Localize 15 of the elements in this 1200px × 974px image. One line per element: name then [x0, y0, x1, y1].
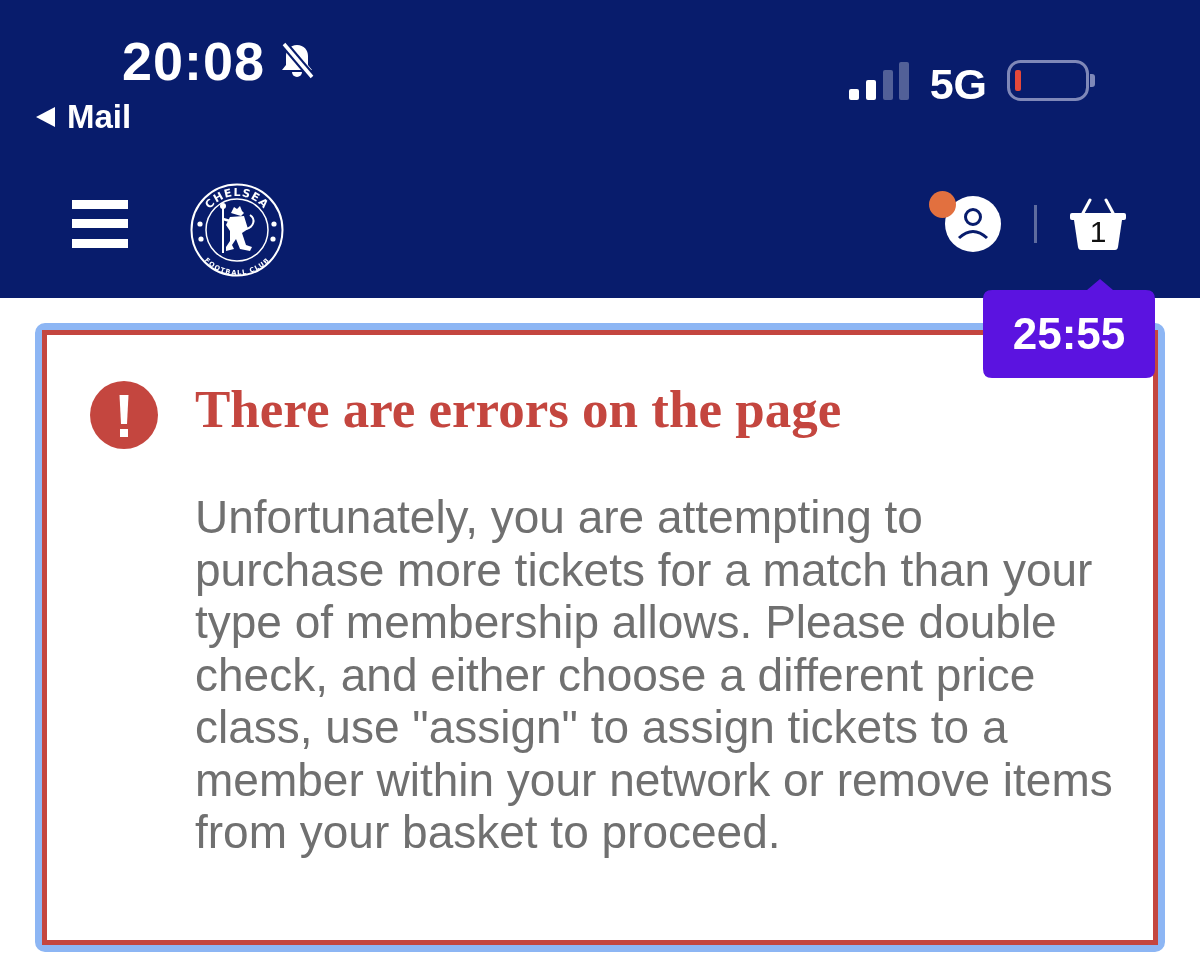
battery-icon: [1007, 60, 1095, 101]
menu-icon: [72, 200, 128, 248]
account-button[interactable]: [945, 196, 1001, 252]
alert-title: There are errors on the page: [195, 379, 843, 440]
alert-message: Unfortunately, you are attempting to purchase more tickets for a match than your type of membership allows. Please double check, and either choose a different price class, use "assign" to assign tickets to a member within your network or remove items from your basket to proceed.: [195, 491, 1114, 859]
back-link[interactable]: Mail: [36, 100, 132, 133]
basket-button[interactable]: 1: [1070, 198, 1126, 250]
signal-bars-icon: [848, 62, 909, 100]
menu-button[interactable]: [72, 200, 128, 248]
exclamation-icon: [90, 381, 158, 449]
user-icon: [945, 196, 1001, 252]
network-type: 5G: [929, 63, 987, 106]
basket-icon: [1070, 198, 1126, 250]
back-triangle-icon: [36, 106, 55, 127]
status-time: 20:08: [122, 34, 266, 88]
